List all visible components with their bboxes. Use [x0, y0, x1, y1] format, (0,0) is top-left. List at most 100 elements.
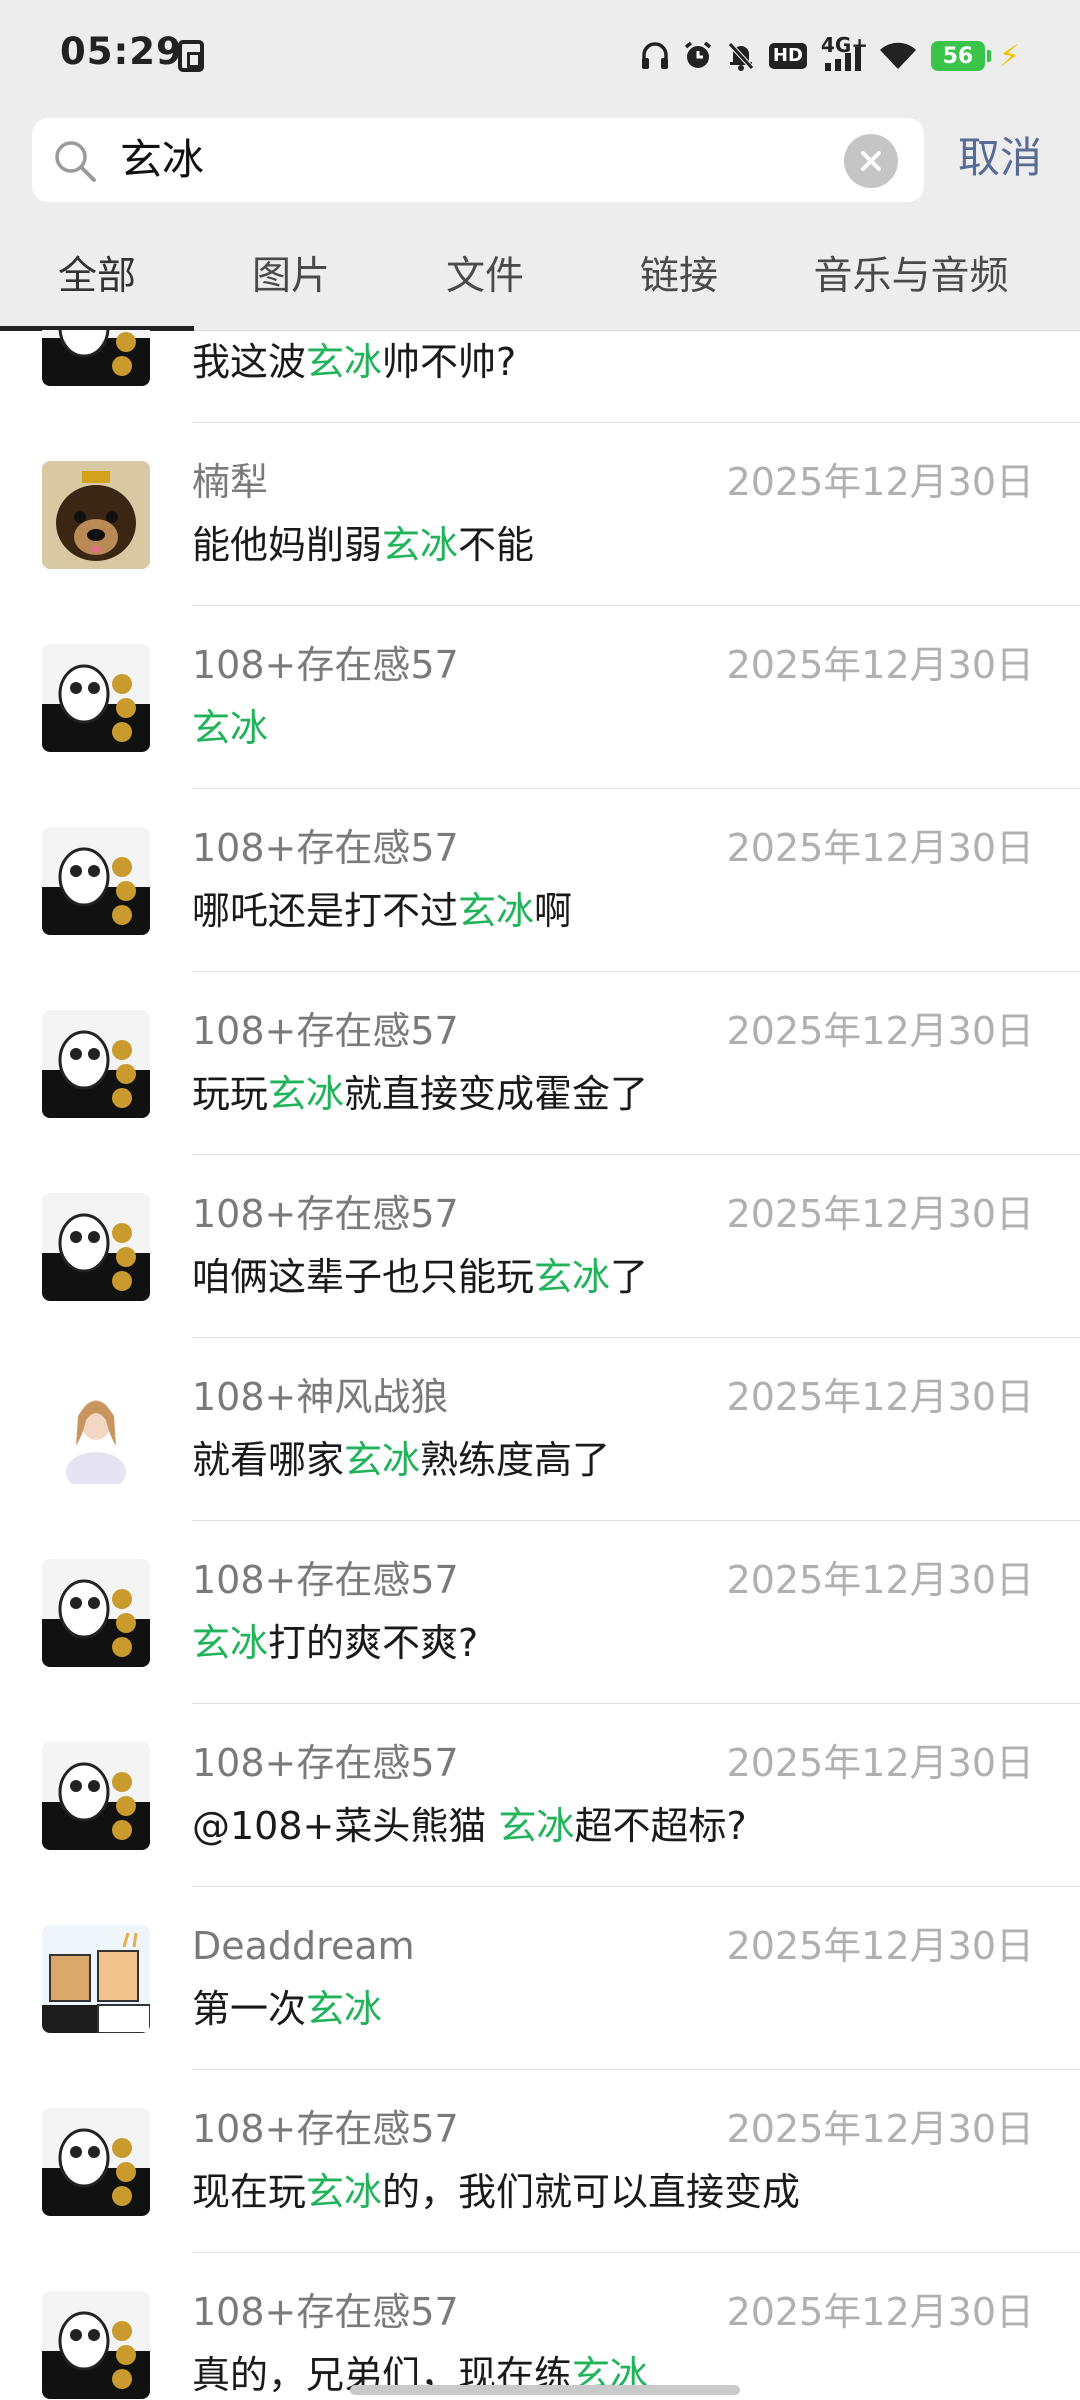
keyword-highlight: 玄冰: [192, 1621, 269, 1665]
message-text: 第一次玄冰: [192, 1983, 382, 2035]
message-date: 2025年12月30日: [726, 2107, 1034, 2151]
message-text-pre: 就看哪家: [192, 1438, 345, 1482]
message-date: 2025年12月30日: [726, 826, 1034, 870]
search-results-list[interactable]: 我这波玄冰帅不帅? 楠犁 2025年12月30日 能他妈削弱玄冰不能 108+存…: [0, 330, 1080, 2400]
list-item[interactable]: 108+存在感57 2025年12月30日 真的，兄弟们，现在练玄冰: [0, 2253, 1080, 2400]
sender-name: 108+存在感57: [192, 1741, 459, 1785]
message-text-post: 打的爽不爽?: [268, 1621, 479, 1665]
message-text-pre: @108+菜头熊猫: [192, 1804, 499, 1848]
list-item[interactable]: 108+神风战狼 2025年12月30日 就看哪家玄冰熟练度高了: [0, 1338, 1080, 1521]
keyword-highlight: 玄冰: [306, 1987, 383, 2031]
message-text-post: 熟练度高了: [420, 1438, 611, 1482]
cancel-button[interactable]: 取消: [958, 134, 1042, 182]
sender-name: 108+存在感57: [192, 2290, 459, 2334]
message-text-post: 超不超标?: [574, 1804, 747, 1848]
avatar: [42, 461, 150, 569]
avatar: [42, 827, 150, 935]
keyword-highlight: 玄冰: [306, 340, 383, 384]
headphones-icon: [641, 41, 669, 71]
tab-links[interactable]: 链接: [582, 224, 776, 330]
message-date: 2025年12月30日: [726, 1192, 1034, 1236]
keyword-highlight: 玄冰: [268, 1072, 345, 1116]
hd-badge: HD: [768, 43, 807, 69]
keyword-highlight: 玄冰: [192, 706, 269, 750]
message-text-pre: 玩玩: [192, 1072, 269, 1116]
close-icon: [861, 151, 881, 171]
list-item[interactable]: 我这波玄冰帅不帅?: [0, 330, 1080, 423]
tab-images[interactable]: 图片: [194, 224, 388, 330]
wifi-icon: [879, 41, 917, 71]
message-text: @108+菜头熊猫 玄冰超不超标?: [192, 1800, 747, 1852]
message-text: 玄冰打的爽不爽?: [192, 1617, 478, 1669]
mobile-signal-icon: 4G+: [821, 35, 868, 73]
alarm-icon: [683, 41, 713, 71]
message-text-post: 啊: [534, 889, 573, 933]
message-date: 2025年12月30日: [726, 1375, 1034, 1419]
message-text-post: 帅不帅?: [382, 340, 517, 384]
search-icon: [55, 141, 96, 182]
list-item[interactable]: 108+存在感57 2025年12月30日 玄冰: [0, 606, 1080, 789]
message-text-pre: 现在玩: [192, 2170, 307, 2214]
list-item[interactable]: 108+存在感57 2025年12月30日 咱俩这辈子也只能玩玄冰了: [0, 1155, 1080, 1338]
list-item[interactable]: 楠犁 2025年12月30日 能他妈削弱玄冰不能: [0, 423, 1080, 606]
avatar: [42, 1376, 150, 1484]
sender-name: 108+存在感57: [192, 2107, 459, 2151]
message-text-post: 的，我们就可以直接变成: [382, 2170, 801, 2214]
list-item[interactable]: Deaddream 2025年12月30日 第一次玄冰: [0, 1887, 1080, 2070]
sender-name: 108+存在感57: [192, 643, 459, 687]
list-item[interactable]: 108+存在感57 2025年12月30日 玄冰打的爽不爽?: [0, 1521, 1080, 1704]
message-text: 哪吒还是打不过玄冰啊: [192, 885, 572, 937]
message-text-pre: 能他妈削弱: [192, 523, 383, 567]
list-item[interactable]: 108+存在感57 2025年12月30日 哪吒还是打不过玄冰啊: [0, 789, 1080, 972]
keyword-highlight: 玄冰: [498, 1804, 575, 1848]
message-date: 2025年12月30日: [726, 643, 1034, 687]
list-item[interactable]: 108+存在感57 2025年12月30日 @108+菜头熊猫 玄冰超不超标?: [0, 1704, 1080, 1887]
message-date: 2025年12月30日: [726, 1009, 1034, 1053]
sender-name: 108+存在感57: [192, 1558, 459, 1602]
message-text-post: 就直接变成霍金了: [344, 1072, 649, 1116]
sender-name: 108+存在感57: [192, 1192, 459, 1236]
search-box[interactable]: 玄冰: [32, 118, 924, 202]
sender-name: Deaddream: [192, 1924, 415, 1968]
home-indicator[interactable]: [350, 2385, 740, 2395]
message-text: 现在玩玄冰的，我们就可以直接变成: [192, 2166, 800, 2218]
search-header: 玄冰 取消: [0, 112, 1080, 224]
message-date: 2025年12月30日: [726, 2290, 1034, 2334]
avatar: [42, 330, 150, 386]
filter-tabs: 全部 图片 文件 链接 音乐与音频: [0, 224, 1080, 331]
status-bar: 05:29 HD 4G+ 56 ⚡: [0, 0, 1080, 112]
status-icons: HD 4G+ 56 ⚡: [641, 34, 1020, 78]
clear-search-button[interactable]: [844, 134, 898, 188]
message-text: 我这波玄冰帅不帅?: [192, 336, 516, 388]
message-text: 就看哪家玄冰熟练度高了: [192, 1434, 610, 1486]
search-input[interactable]: 玄冰: [120, 136, 204, 184]
message-text: 咱俩这辈子也只能玩玄冰了: [192, 1251, 648, 1303]
sender-name: 楠犁: [192, 460, 269, 504]
keyword-highlight: 玄冰: [458, 889, 535, 933]
message-text-pre: 哪吒还是打不过: [192, 889, 459, 933]
message-date: 2025年12月30日: [726, 460, 1034, 504]
tab-files[interactable]: 文件: [388, 224, 582, 330]
keyword-highlight: 玄冰: [382, 523, 459, 567]
mute-bell-icon: [727, 41, 755, 71]
status-time: 05:29: [60, 30, 183, 73]
list-item[interactable]: 108+存在感57 2025年12月30日 玩玩玄冰就直接变成霍金了: [0, 972, 1080, 1155]
list-item[interactable]: 108+存在感57 2025年12月30日 现在玩玄冰的，我们就可以直接变成: [0, 2070, 1080, 2253]
message-text-post: 不能: [458, 523, 535, 567]
keyword-highlight: 玄冰: [306, 2170, 383, 2214]
avatar: [42, 1925, 150, 2033]
message-text-pre: 第一次: [192, 1987, 307, 2031]
tab-music-audio[interactable]: 音乐与音频: [776, 224, 1046, 330]
keyword-highlight: 玄冰: [344, 1438, 421, 1482]
message-text-pre: 我这波: [192, 340, 307, 384]
charging-icon: ⚡: [998, 38, 1020, 74]
message-date: 2025年12月30日: [726, 1741, 1034, 1785]
avatar: [42, 1559, 150, 1667]
avatar: [42, 1010, 150, 1118]
network-type: 4G+: [820, 33, 869, 57]
tab-all[interactable]: 全部: [0, 224, 194, 330]
avatar: [42, 2291, 150, 2399]
sender-name: 108+存在感57: [192, 1009, 459, 1053]
message-text-post: 了: [610, 1255, 649, 1299]
message-text: 玄冰: [192, 702, 268, 754]
